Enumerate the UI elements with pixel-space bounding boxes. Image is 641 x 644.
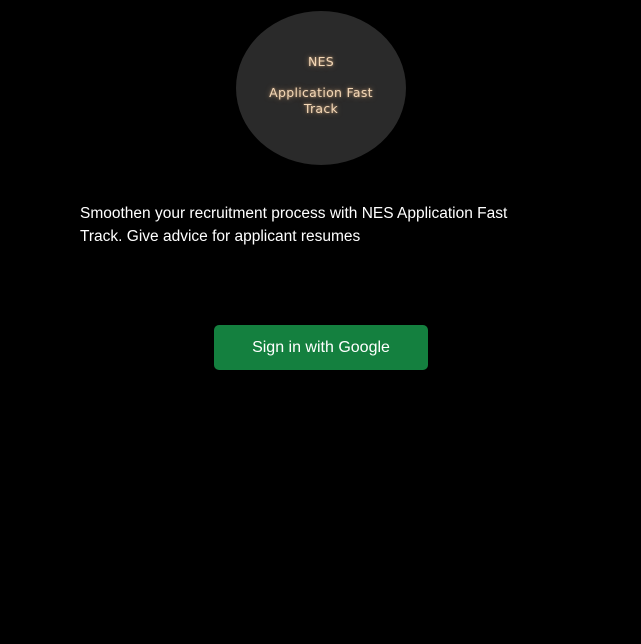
logo-title: Application Fast Track [269, 84, 373, 116]
logo-name: NES [307, 53, 335, 69]
google-signin-button[interactable]: Sign in with Google [214, 325, 428, 370]
login-page: NES Application Fast Track Smoothen your… [0, 0, 641, 644]
app-logo: NES Application Fast Track [236, 11, 406, 165]
app-tagline: Smoothen your recruitment process with N… [80, 205, 508, 245]
